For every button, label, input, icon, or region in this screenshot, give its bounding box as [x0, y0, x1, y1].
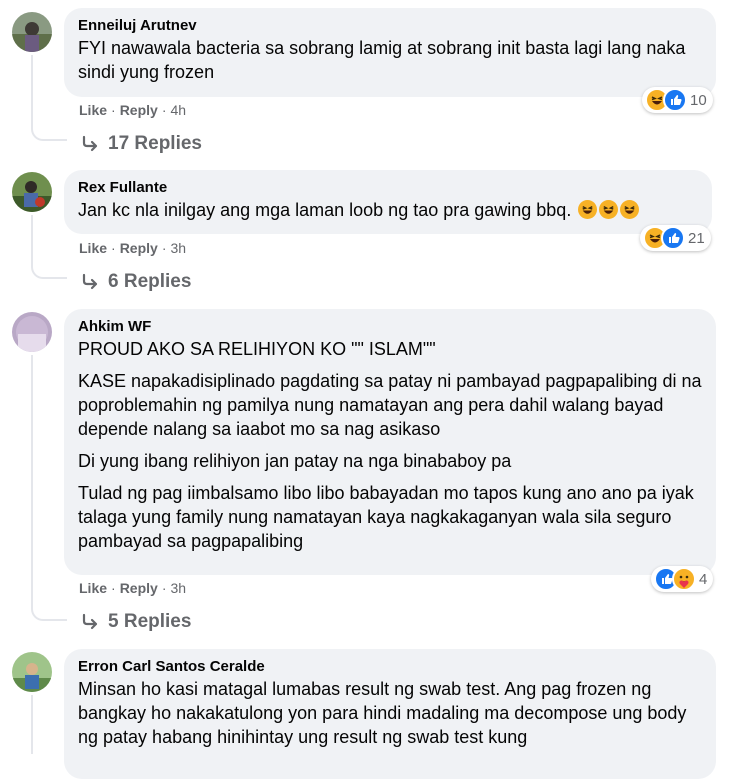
reply-arrow-icon	[82, 613, 98, 630]
comment-paragraph: Di yung ibang relihiyon jan patay na nga…	[78, 451, 512, 471]
view-replies-link[interactable]: 6 Replies	[80, 270, 191, 294]
separator: ·	[111, 240, 116, 256]
comment-bubble: Erron Carl Santos Ceralde Minsan ho kasi…	[64, 649, 716, 779]
reaction-summary[interactable]: 10	[642, 87, 713, 113]
comment-actions: Like · Reply · 4h	[79, 101, 186, 119]
thread-connector	[31, 605, 67, 621]
comment-author[interactable]: Erron Carl Santos Ceralde	[78, 657, 702, 676]
separator: ·	[161, 580, 167, 596]
avatar[interactable]	[12, 12, 52, 52]
thread-connector	[31, 125, 67, 141]
avatar[interactable]	[12, 312, 52, 352]
replies-count[interactable]: 6 Replies	[108, 270, 191, 294]
reply-link[interactable]: Reply	[120, 102, 158, 118]
reply-link[interactable]: Reply	[120, 240, 158, 256]
haha-emoji	[620, 200, 640, 219]
reply-arrow-icon	[82, 135, 98, 152]
thread-line	[31, 695, 33, 754]
separator: ·	[111, 580, 116, 596]
care-reaction-icon	[672, 567, 696, 591]
thread-line	[31, 355, 33, 605]
timestamp[interactable]: 4h	[170, 102, 186, 118]
comment-text: Minsan ho kasi matagal lumabas result ng…	[78, 677, 702, 749]
comment-author[interactable]: Ahkim WF	[78, 317, 702, 336]
reply-link[interactable]: Reply	[120, 580, 158, 596]
reaction-count: 21	[688, 229, 705, 247]
haha-emoji	[578, 200, 598, 219]
comment-bubble: Ahkim WF PROUD AKO SA RELIHIYON KO "" IS…	[64, 309, 716, 575]
comment-bubble: Rex Fullante Jan kc nla inilgay ang mga …	[64, 170, 712, 234]
comment-paragraph: Tulad ng pag iimbalsamo libo libo babaya…	[78, 483, 694, 551]
like-link[interactable]: Like	[79, 102, 107, 118]
separator: ·	[111, 102, 116, 118]
comment-actions: Like · Reply · 3h	[79, 239, 186, 257]
haha-emoji	[599, 200, 619, 219]
thread-line	[31, 55, 33, 125]
like-link[interactable]: Like	[79, 580, 107, 596]
like-reaction-icon	[663, 88, 687, 112]
comment-text: Jan kc nla inilgay ang mga laman loob ng…	[78, 198, 698, 222]
reaction-summary[interactable]: 4	[651, 566, 714, 592]
like-link[interactable]: Like	[79, 240, 107, 256]
separator: ·	[161, 240, 167, 256]
thread-line	[31, 215, 33, 263]
avatar[interactable]	[12, 652, 52, 692]
replies-count[interactable]: 5 Replies	[108, 610, 191, 634]
comment-author[interactable]: Enneiluj Arutnev	[78, 16, 702, 35]
separator: ·	[161, 102, 167, 118]
comment-paragraph: FYI nawawala bacteria sa sobrang lamig a…	[78, 38, 686, 82]
comment-paragraph: PROUD AKO SA RELIHIYON KO "" ISLAM""	[78, 339, 436, 359]
comment-author[interactable]: Rex Fullante	[78, 178, 698, 197]
reaction-count: 4	[699, 570, 708, 588]
comment-paragraph: Minsan ho kasi matagal lumabas result ng…	[78, 679, 687, 747]
timestamp[interactable]: 3h	[170, 580, 186, 596]
comment-actions: Like · Reply · 3h	[79, 579, 186, 597]
comment-paragraph-text: Jan kc nla inilgay ang mga laman loob ng…	[78, 200, 572, 220]
comment-bubble: Enneiluj Arutnev FYI nawawala bacteria s…	[64, 8, 716, 97]
view-replies-link[interactable]: 17 Replies	[80, 132, 202, 156]
comment-text: FYI nawawala bacteria sa sobrang lamig a…	[78, 36, 702, 84]
replies-count[interactable]: 17 Replies	[108, 132, 202, 156]
timestamp[interactable]: 3h	[170, 240, 186, 256]
comment-paragraph: Jan kc nla inilgay ang mga laman loob ng…	[78, 198, 698, 222]
avatar[interactable]	[12, 172, 52, 212]
comment-text: PROUD AKO SA RELIHIYON KO "" ISLAM"" KAS…	[78, 337, 702, 553]
view-replies-link[interactable]: 5 Replies	[80, 610, 191, 634]
comment-paragraph: KASE napakadisiplinado pagdating sa pata…	[78, 371, 702, 439]
thread-connector	[31, 263, 67, 279]
like-reaction-icon	[661, 226, 685, 250]
reply-arrow-icon	[82, 273, 98, 290]
reaction-summary[interactable]: 21	[640, 225, 711, 251]
reaction-count: 10	[690, 91, 707, 109]
